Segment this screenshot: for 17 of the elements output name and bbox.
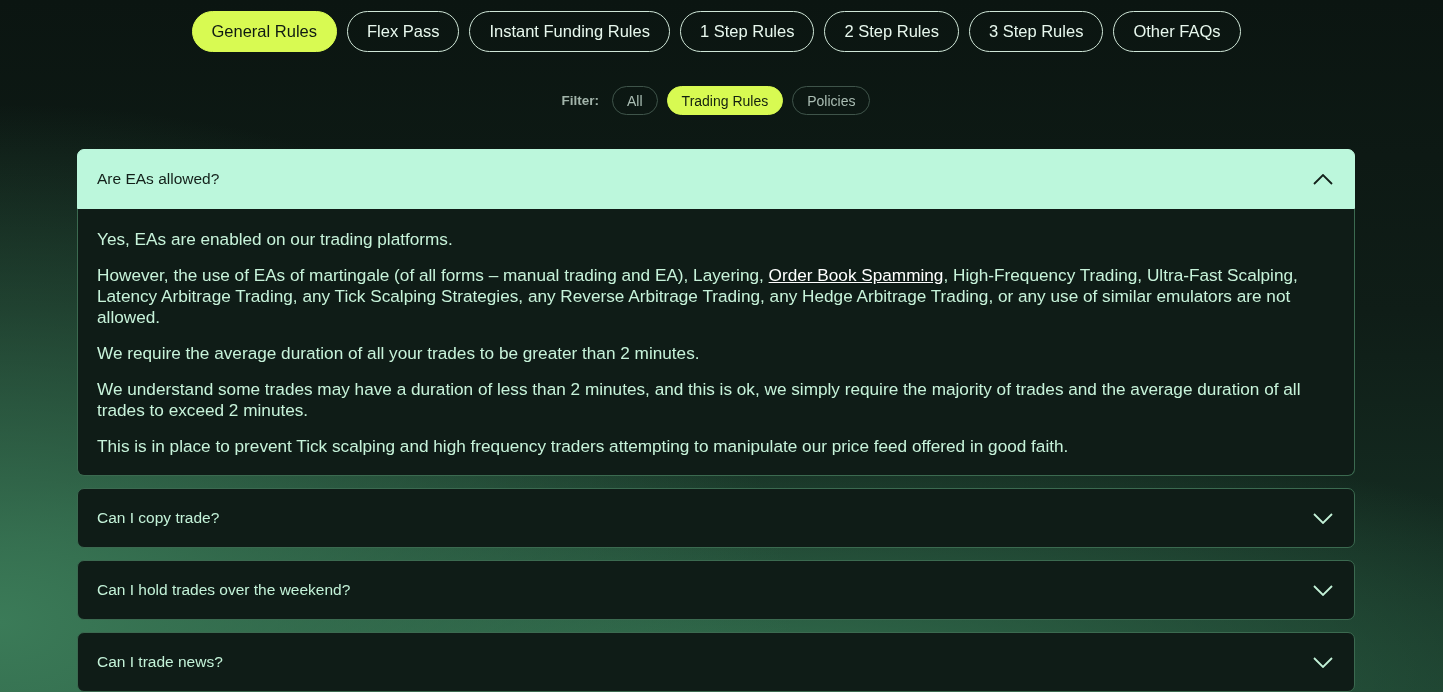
faq-question[interactable]: Can I trade news? [77, 632, 1355, 692]
faq-question[interactable]: Are EAs allowed? [77, 149, 1355, 209]
answer-paragraph: We require the average duration of all your trades to be greater than 2 minutes. [97, 343, 701, 364]
category-tab[interactable]: General Rules [191, 11, 337, 52]
chevron-down-icon [1313, 584, 1333, 596]
text-link[interactable]: Order Book Spamming [768, 265, 944, 285]
answer-paragraph: However, the use of EAs of martingale (of all forms – manual trading and EA), Layering, Order Book Spamming, High-Frequency Trading, Ultra-Fast Scalping, Latency Arbitrage Trading, any Tick Scalping Strategies, any Reverse Arbitrage Trading, any Hedge Arbitrage Trading, or any use of similar emulators are not allowed. [97, 265, 1299, 328]
chevron-down-icon [1313, 656, 1333, 668]
faq-question[interactable]: Can I hold trades over the weekend? [77, 560, 1355, 620]
chevron-up-icon [1313, 173, 1333, 185]
filter-chip[interactable]: Trading Rules [666, 86, 784, 115]
answer-paragraph: Yes, EAs are enabled on our trading platforms. [97, 229, 454, 250]
faq-question[interactable]: Can I copy trade? [77, 488, 1355, 548]
chevron-down-icon [1313, 512, 1333, 524]
answer-paragraph: This is in place to prevent Tick scalping and high frequency traders attempting to manipulate our price feed offered in good faith. [97, 436, 1070, 457]
answer-paragraph: We understand some trades may have a duration of less than 2 minutes, and this is ok, we simply require the majority of trades and the average duration of all trades to exceed 2 minutes. [97, 379, 1302, 421]
filter-label: Filter: [561, 93, 600, 108]
